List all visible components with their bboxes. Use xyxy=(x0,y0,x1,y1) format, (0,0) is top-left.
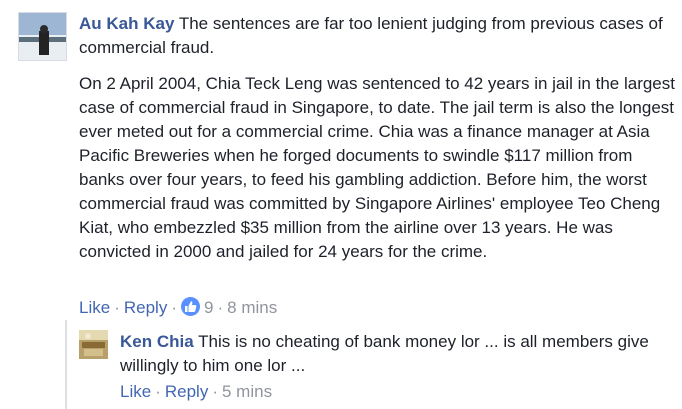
reply-avatar[interactable] xyxy=(79,330,108,359)
commenter-avatar[interactable] xyxy=(18,12,67,61)
avatar-photo xyxy=(19,13,66,60)
comment-timestamp[interactable]: 8 mins xyxy=(227,298,277,317)
separator-dot: · xyxy=(171,298,177,317)
comment-first-line: Au Kah Kay The sentences are far too len… xyxy=(79,12,679,60)
separator-dot: · xyxy=(155,382,161,401)
separator-dot: · xyxy=(217,298,224,317)
avatar-photo xyxy=(79,330,108,359)
comment-body: Au Kah Kay The sentences are far too len… xyxy=(79,12,679,264)
reply-body: Ken Chia This is no cheating of bank mon… xyxy=(120,330,675,378)
thumbs-up-icon[interactable] xyxy=(181,297,200,316)
reply-thread-line xyxy=(65,320,67,409)
reply-link[interactable]: Reply xyxy=(124,298,167,317)
reaction-count[interactable]: 9 xyxy=(204,298,213,317)
comment-author[interactable]: Au Kah Kay xyxy=(79,14,174,33)
reply-like-link[interactable]: Like xyxy=(120,382,151,401)
comment-paragraph: On 2 April 2004, Chia Teck Leng was sent… xyxy=(79,74,675,261)
reply-timestamp[interactable]: 5 mins xyxy=(222,382,272,401)
reply-author[interactable]: Ken Chia xyxy=(120,332,194,351)
reply-reply-link[interactable]: Reply xyxy=(165,382,208,401)
reply-text: This is no cheating of bank money lor ..… xyxy=(120,332,649,375)
like-link[interactable]: Like xyxy=(79,298,110,317)
separator-dot: · xyxy=(212,382,218,401)
comment-actions: Like · Reply · 9 · 8 mins xyxy=(79,296,277,320)
separator-dot: · xyxy=(114,298,120,317)
reply-actions: Like · Reply · 5 mins xyxy=(120,380,272,404)
